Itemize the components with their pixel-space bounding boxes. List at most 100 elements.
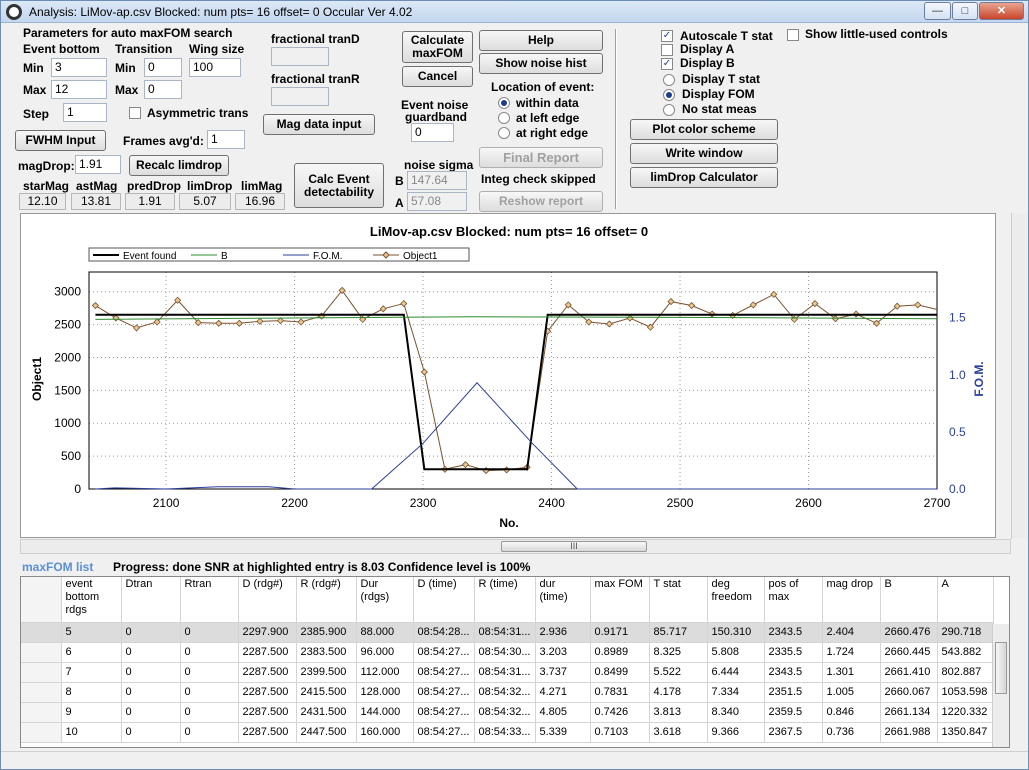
column-header[interactable]: R (time)	[474, 577, 536, 623]
autoscale-checkbox[interactable]: ✓	[661, 30, 673, 42]
column-header[interactable]: event bottom rdgs	[61, 577, 122, 623]
display-tstat-radio[interactable]	[663, 74, 675, 86]
row-header[interactable]	[21, 682, 62, 703]
write-window-button[interactable]: Write window	[630, 143, 778, 164]
calc-event-detectability-button[interactable]: Calc Event detectability	[294, 163, 384, 208]
chart-vertical-scrollbar[interactable]	[1011, 213, 1027, 539]
table-cell: 08:54:31...	[474, 662, 536, 683]
a-sigma-input[interactable]: 57.08	[407, 192, 467, 211]
row-header[interactable]	[21, 622, 62, 643]
loc-left-radio[interactable]	[498, 112, 510, 124]
column-header[interactable]: Dur (rdgs)	[356, 577, 414, 623]
column-header[interactable]: R (rdg#)	[296, 577, 357, 623]
table-row[interactable]: 8 0 0 2287.500 2415.500 128.000 08:54:27... 08:…	[21, 682, 994, 703]
reshow-report-button[interactable]: Reshow report	[479, 191, 603, 212]
scroll-thumb[interactable]: III	[501, 541, 647, 552]
table-cell: 5.339	[535, 722, 591, 743]
display-fom-radio[interactable]	[663, 89, 675, 101]
close-button[interactable]: ✕	[979, 2, 1024, 20]
magdrop-input[interactable]: 1.91	[75, 155, 121, 174]
column-header[interactable]: D (rdg#)	[238, 577, 297, 623]
x-tick-label: 2300	[410, 496, 437, 510]
table-cell: 2.936	[535, 622, 591, 643]
row-header[interactable]	[21, 662, 62, 683]
wing-size-input[interactable]: 100	[189, 58, 241, 77]
row-header[interactable]	[21, 722, 62, 743]
column-header[interactable]: Rtran	[180, 577, 239, 623]
table-cell: 0.7831	[590, 682, 650, 703]
row-header[interactable]	[21, 702, 62, 723]
noise-guard-input[interactable]: 0	[411, 123, 454, 142]
eb-max-label: Max	[23, 83, 47, 97]
loc-right-radio[interactable]	[498, 127, 510, 139]
column-header[interactable]: dur (time)	[535, 577, 591, 623]
data-point	[235, 319, 243, 327]
mag-data-input-button[interactable]: Mag data input	[263, 114, 375, 135]
data-point	[112, 314, 120, 322]
step-input[interactable]: 1	[63, 103, 107, 122]
table-row[interactable]: 9 0 0 2287.500 2431.500 144.000 08:54:27... 08:…	[21, 702, 994, 723]
limdrop-calculator-button[interactable]: limDrop Calculator	[630, 167, 778, 188]
display-b-checkbox[interactable]: ✓	[661, 58, 673, 70]
x-tick-label: 2400	[538, 496, 565, 510]
calculate-maxfom-button[interactable]: Calculate maxFOM	[402, 31, 473, 63]
column-header[interactable]: pos of max	[764, 577, 823, 623]
eb-max-input[interactable]: 12	[51, 80, 107, 99]
eb-min-input[interactable]: 3	[51, 58, 107, 77]
row-header-corner	[21, 577, 62, 623]
frames-input[interactable]: 1	[207, 130, 245, 149]
y2-tick-label: 1.5	[949, 311, 966, 325]
table-cell: 0	[180, 722, 239, 743]
show-little-label: Show little-used controls	[805, 27, 948, 41]
column-header[interactable]: T stat	[649, 577, 708, 623]
chart-horizontal-scrollbar[interactable]: III	[20, 539, 1011, 554]
final-report-button[interactable]: Final Report	[479, 147, 603, 168]
table-vertical-scrollbar[interactable]	[992, 624, 1009, 747]
maxfom-grid: event bottom rdgs Dtran Rtran D (rdg#) R (rd…	[21, 577, 994, 743]
column-header[interactable]: D (time)	[413, 577, 475, 623]
fwhm-input-button[interactable]: FWHM Input	[15, 130, 106, 151]
column-header[interactable]: Dtran	[121, 577, 181, 623]
tr-min-input[interactable]: 0	[144, 58, 182, 77]
help-button[interactable]: Help	[479, 30, 603, 51]
table-cell: 08:54:27...	[413, 682, 475, 703]
maxfom-table[interactable]: event bottom rdgs Dtran Rtran D (rdg#) R (rd…	[20, 576, 1010, 748]
table-cell: 08:54:32...	[474, 682, 536, 703]
show-noise-hist-button[interactable]: Show noise hist	[479, 53, 603, 74]
table-cell: 144.000	[356, 702, 414, 723]
minimize-button[interactable]: —	[924, 2, 951, 20]
maximize-button[interactable]: □	[952, 2, 978, 20]
table-cell: 2287.500	[238, 722, 297, 743]
table-cell: 2661.410	[880, 662, 938, 683]
tr-max-label: Max	[115, 83, 139, 97]
no-stat-radio[interactable]	[663, 104, 675, 116]
table-cell: 150.310	[707, 622, 765, 643]
cancel-button[interactable]: Cancel	[402, 66, 473, 87]
data-point	[379, 305, 387, 313]
table-scroll-thumb[interactable]	[995, 642, 1007, 694]
column-header[interactable]: deg freedom	[707, 577, 765, 623]
column-header[interactable]: A	[937, 577, 994, 623]
table-row[interactable]: 5 0 0 2297.900 2385.900 88.000 08:54:28... 08:5…	[21, 622, 994, 643]
table-cell: 88.000	[356, 622, 414, 643]
asymmetric-checkbox[interactable]	[129, 107, 141, 119]
table-row[interactable]: 7 0 0 2287.500 2399.500 112.000 08:54:27... 08:…	[21, 662, 994, 683]
tranD-input[interactable]	[271, 47, 329, 66]
display-a-checkbox[interactable]	[661, 44, 673, 56]
show-little-checkbox[interactable]	[787, 29, 799, 41]
table-row[interactable]: 6 0 0 2287.500 2383.500 96.000 08:54:27... 08:5…	[21, 642, 994, 663]
table-cell: 6	[61, 642, 122, 663]
column-header[interactable]: mag drop	[822, 577, 881, 623]
recalc-limdrop-button[interactable]: Recalc limdrop	[129, 155, 229, 176]
tr-max-input[interactable]: 0	[144, 80, 182, 99]
column-header[interactable]: B	[880, 577, 938, 623]
table-row[interactable]: 10 0 0 2287.500 2447.500 160.000 08:54:27... 08…	[21, 722, 994, 743]
astmag-value: 13.81	[71, 193, 121, 210]
row-header[interactable]	[21, 642, 62, 663]
column-header[interactable]: max FOM	[590, 577, 650, 623]
tranR-input[interactable]	[271, 87, 329, 106]
table-cell: 10	[61, 722, 122, 743]
b-sigma-input[interactable]: 147.64	[407, 171, 467, 190]
plot-color-scheme-button[interactable]: Plot color scheme	[630, 119, 778, 140]
loc-within-radio[interactable]	[498, 97, 510, 109]
